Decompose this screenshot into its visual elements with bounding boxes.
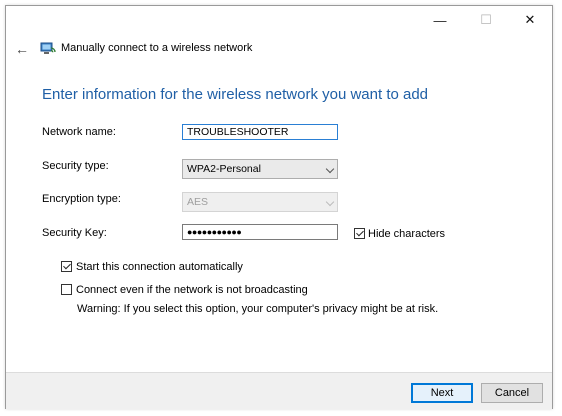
dialog-window: — ☐ ✕ ← Manually connect to a wireless n… — [5, 5, 553, 409]
chevron-down-icon — [325, 197, 335, 207]
maximize-button[interactable]: ☐ — [464, 6, 508, 34]
hide-characters-checkbox[interactable] — [354, 228, 365, 239]
cancel-button[interactable]: Cancel — [481, 383, 543, 403]
privacy-warning: Warning: If you select this option, your… — [77, 303, 439, 315]
security-type-value: WPA2-Personal — [187, 163, 261, 175]
window-title: Manually connect to a wireless network — [61, 42, 253, 54]
chevron-down-icon — [325, 164, 335, 174]
next-button[interactable]: Next — [411, 383, 473, 403]
button-bar: Next Cancel — [6, 372, 552, 409]
security-key-input[interactable]: ●●●●●●●●●●● — [182, 224, 338, 240]
hide-characters-label[interactable]: Hide characters — [368, 228, 445, 240]
wireless-network-icon — [40, 42, 56, 54]
connect-hidden-checkbox[interactable] — [61, 284, 72, 295]
page-heading: Enter information for the wireless netwo… — [42, 86, 429, 103]
encryption-type-select: AES — [182, 192, 338, 212]
network-name-label: Network name: — [42, 126, 116, 138]
security-type-select[interactable]: WPA2-Personal — [182, 159, 338, 179]
auto-start-label[interactable]: Start this connection automatically — [76, 261, 243, 273]
network-name-input[interactable]: TROUBLESHOOTER — [182, 124, 338, 140]
encryption-type-label: Encryption type: — [42, 193, 121, 205]
back-arrow-icon[interactable]: ← — [12, 38, 32, 60]
security-key-label: Security Key: — [42, 227, 107, 239]
minimize-button[interactable]: — — [418, 6, 462, 34]
auto-start-checkbox[interactable] — [61, 261, 72, 272]
security-type-label: Security type: — [42, 160, 109, 172]
connect-hidden-label[interactable]: Connect even if the network is not broad… — [76, 284, 308, 296]
encryption-type-value: AES — [187, 196, 209, 208]
nav-row: ← Manually connect to a wireless network — [6, 38, 552, 60]
close-button[interactable]: ✕ — [508, 6, 552, 34]
title-bar: — ☐ ✕ — [6, 6, 552, 34]
